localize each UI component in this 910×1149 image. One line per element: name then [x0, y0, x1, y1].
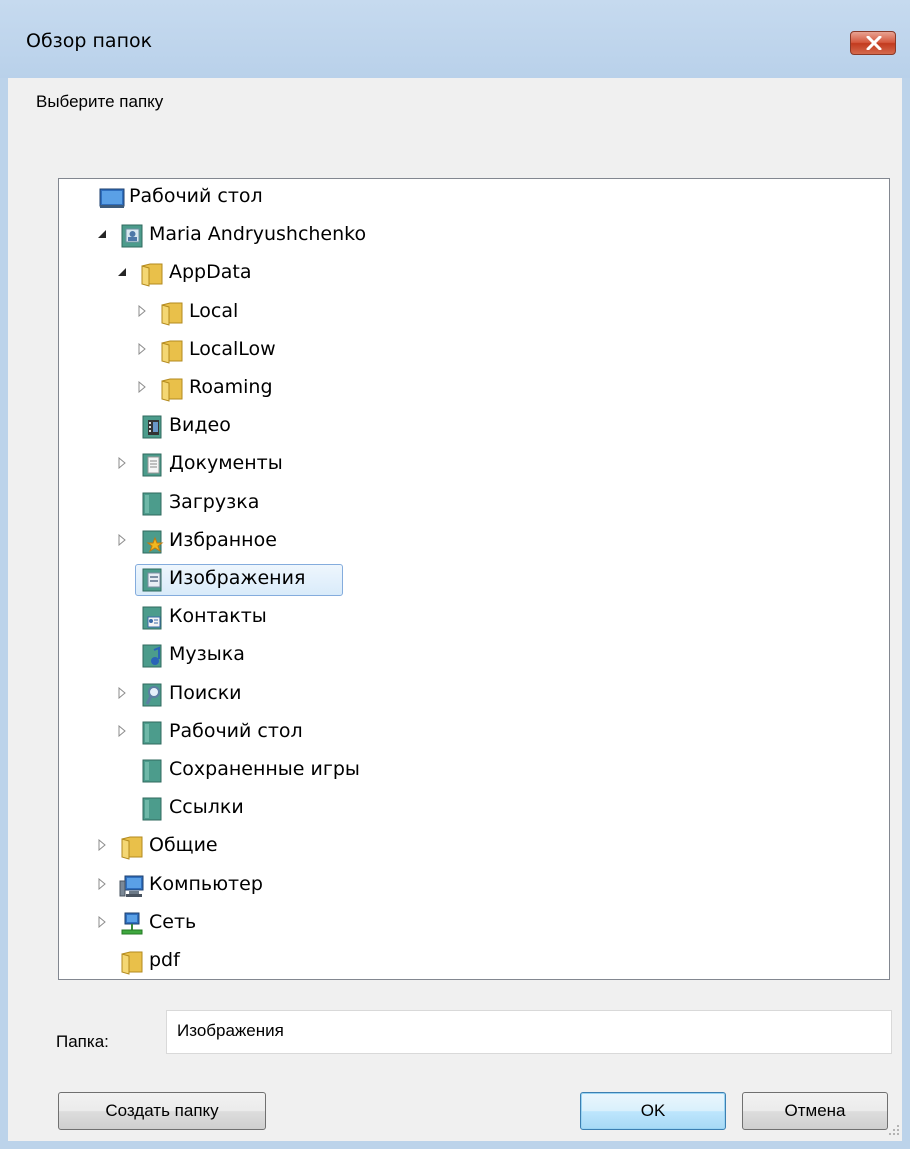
tree-item-label: LocalLow — [189, 337, 276, 360]
tree-item-label: Музыка — [169, 643, 245, 666]
tree-item-label: Видео — [169, 414, 231, 437]
user-folder-icon — [119, 223, 145, 249]
tree-item[interactable]: Общие — [59, 830, 889, 864]
folder-icon — [159, 376, 185, 402]
tree-item-label: Ссылки — [169, 796, 244, 819]
close-button[interactable] — [850, 31, 896, 55]
collapsed-arrow-icon[interactable] — [115, 724, 129, 739]
tree-item-label: AppData — [169, 261, 252, 284]
tree-item-label: Maria Andryushchenko — [149, 223, 367, 246]
collapsed-arrow-icon[interactable] — [135, 380, 149, 395]
collapsed-arrow-icon[interactable] — [115, 533, 129, 548]
tree-item-label: Изображения — [169, 567, 306, 589]
expanded-arrow-icon[interactable] — [95, 228, 109, 242]
folder-icon — [139, 261, 165, 288]
tree-item-label: pdf — [149, 949, 180, 971]
tree-item[interactable]: Музыка — [59, 639, 889, 673]
saved-games-icon — [139, 758, 165, 784]
tree-item[interactable]: Roaming — [59, 372, 889, 406]
collapsed-arrow-icon[interactable] — [135, 342, 149, 357]
tree-item[interactable]: Рабочий стол — [59, 181, 889, 215]
collapsed-arrow-icon[interactable] — [115, 686, 129, 701]
desktop-folder-icon — [139, 720, 165, 746]
tree-item-label: Избранное — [169, 528, 277, 551]
dialog-prompt: Выберите папку — [36, 92, 164, 111]
tree-item-label: Контакты — [169, 605, 267, 628]
downloads-icon — [139, 491, 165, 517]
tree-item[interactable]: Загрузка — [59, 487, 889, 521]
pictures-icon — [139, 567, 165, 593]
network-icon — [119, 911, 145, 937]
close-icon — [866, 36, 882, 50]
tree-item[interactable]: Maria Andryushchenko — [59, 219, 889, 253]
tree-item[interactable]: Компьютер — [59, 869, 889, 903]
tree-item[interactable]: Избранное — [59, 525, 889, 559]
tree-item[interactable]: Видео — [59, 410, 889, 444]
tree-item-label: Рабочий стол — [169, 719, 303, 742]
tree-item-label: Общие — [149, 834, 218, 857]
collapsed-arrow-icon[interactable] — [95, 915, 109, 930]
tree-item[interactable]: Рабочий стол — [59, 716, 889, 750]
tree-item-label: Roaming — [189, 376, 273, 398]
ok-button[interactable]: OK — [580, 1092, 726, 1130]
tree-item[interactable]: Local — [59, 296, 889, 330]
title-bar[interactable]: Обзор папок — [0, 0, 910, 78]
tree-item[interactable]: Сеть — [59, 907, 889, 941]
tree-item[interactable]: Контакты — [59, 601, 889, 635]
links-icon — [139, 796, 165, 822]
browse-folder-dialog: Обзор папок Выберите папку Рабочий стол M… — [0, 0, 910, 1149]
tree-item[interactable]: Поиски — [59, 678, 889, 712]
tree-item-label: Документы — [169, 452, 283, 475]
expanded-arrow-icon[interactable] — [115, 266, 129, 280]
window-title: Обзор папок — [26, 30, 153, 52]
computer-icon — [119, 873, 145, 899]
resize-grip-icon[interactable] — [888, 1124, 900, 1136]
tree-item[interactable]: Ссылки — [59, 792, 889, 826]
documents-icon — [139, 452, 165, 478]
folder-field-label: Папка: — [56, 1032, 109, 1051]
collapsed-arrow-icon[interactable] — [115, 457, 129, 471]
tree-item-label: Поиски — [169, 681, 242, 704]
tree-item-label: Загрузка — [169, 490, 260, 513]
folder-icon — [119, 949, 145, 975]
favorites-icon — [139, 529, 165, 555]
tree-item-label: Сеть — [149, 910, 197, 933]
tree-item[interactable]: Изображения — [59, 563, 889, 597]
collapsed-arrow-icon[interactable] — [95, 839, 109, 853]
collapsed-arrow-icon[interactable] — [135, 304, 149, 319]
folder-icon — [159, 338, 185, 364]
desktop-icon — [99, 185, 125, 211]
tree-item[interactable]: Сохраненные игры — [59, 754, 889, 788]
searches-icon — [139, 682, 165, 708]
new-folder-button[interactable]: Создать папку — [58, 1092, 266, 1130]
tree-item-label: Рабочий стол — [129, 185, 263, 207]
folder-icon — [119, 834, 145, 861]
folder-tree[interactable]: Рабочий стол Maria Andryushchenko AppData L… — [58, 178, 890, 980]
folder-icon — [159, 300, 185, 326]
videos-icon — [139, 414, 165, 440]
music-icon — [139, 643, 165, 669]
tree-item-label: Local — [189, 299, 239, 322]
contacts-icon — [139, 605, 165, 631]
tree-item-label: Компьютер — [149, 872, 263, 895]
tree-item[interactable]: Документы — [59, 448, 889, 482]
tree-item-label: Сохраненные игры — [169, 758, 360, 780]
tree-item[interactable]: pdf — [59, 945, 889, 979]
cancel-button[interactable]: Отмена — [742, 1092, 888, 1130]
folder-name-input[interactable]: Изображения — [166, 1010, 892, 1054]
tree-item[interactable]: LocalLow — [59, 334, 889, 368]
collapsed-arrow-icon[interactable] — [95, 877, 109, 892]
tree-item[interactable]: AppData — [59, 257, 889, 291]
